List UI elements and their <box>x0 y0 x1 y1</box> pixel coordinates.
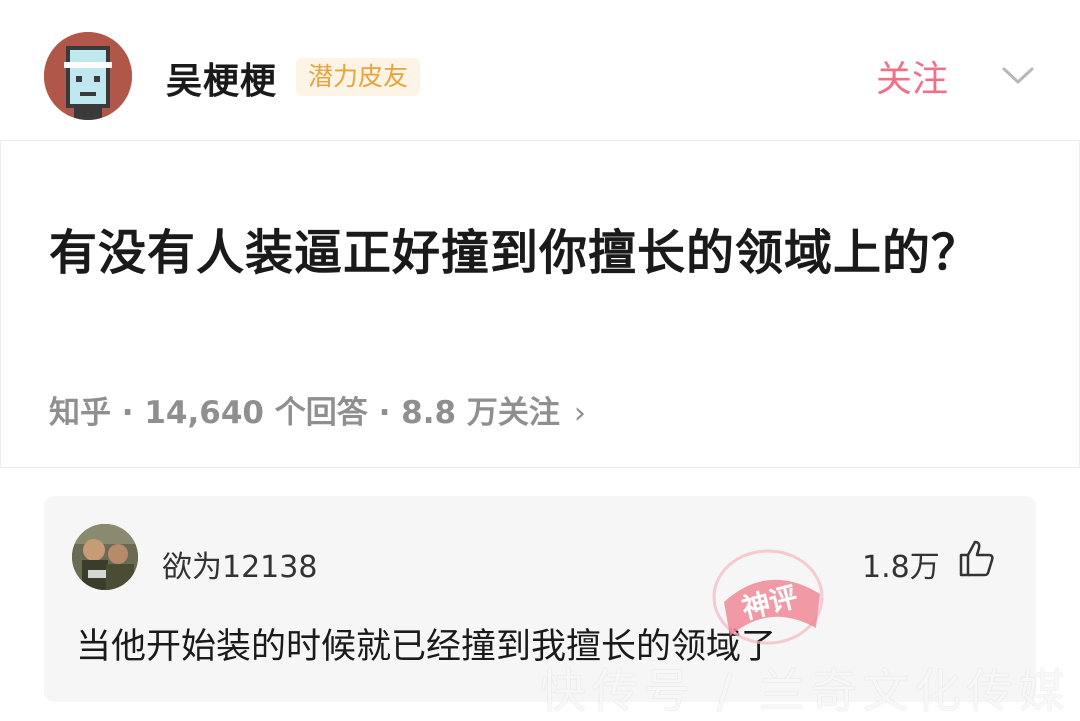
author-badge: 潜力皮友 <box>296 58 421 96</box>
question-meta[interactable]: 知乎 · 14,640 个回答 · 8.8 万关注 › <box>49 387 586 432</box>
photo-avatar-icon <box>72 524 138 590</box>
question-title[interactable]: 有没有人装逼正好撞到你擅长的领域上的？ <box>49 219 1009 287</box>
author-name[interactable]: 吴梗梗 <box>166 52 277 104</box>
question-meta-text: 知乎 · 14,640 个回答 · 8.8 万关注 <box>49 395 560 431</box>
answer-username[interactable]: 欲为12138 <box>162 542 317 586</box>
follow-button[interactable]: 关注 <box>876 50 948 102</box>
answer-avatar[interactable] <box>72 524 138 590</box>
vote-count: 1.8万 <box>862 550 940 585</box>
watermark: 快传号 / 兰奇文化传媒 <box>540 664 1071 718</box>
chevron-right-icon: › <box>573 396 586 431</box>
author-bar: 吴梗梗 潜力皮友 关注 <box>0 0 1080 140</box>
chevron-down-icon[interactable] <box>1000 60 1036 90</box>
author-avatar[interactable] <box>44 32 132 120</box>
question-card[interactable]: 有没有人装逼正好撞到你擅长的领域上的？ 知乎 · 14,640 个回答 · 8.… <box>0 140 1080 468</box>
pixel-character-icon <box>44 32 132 120</box>
thumbs-up-icon[interactable] <box>958 538 996 578</box>
hot-comment-stamp: 神评 <box>712 549 824 645</box>
